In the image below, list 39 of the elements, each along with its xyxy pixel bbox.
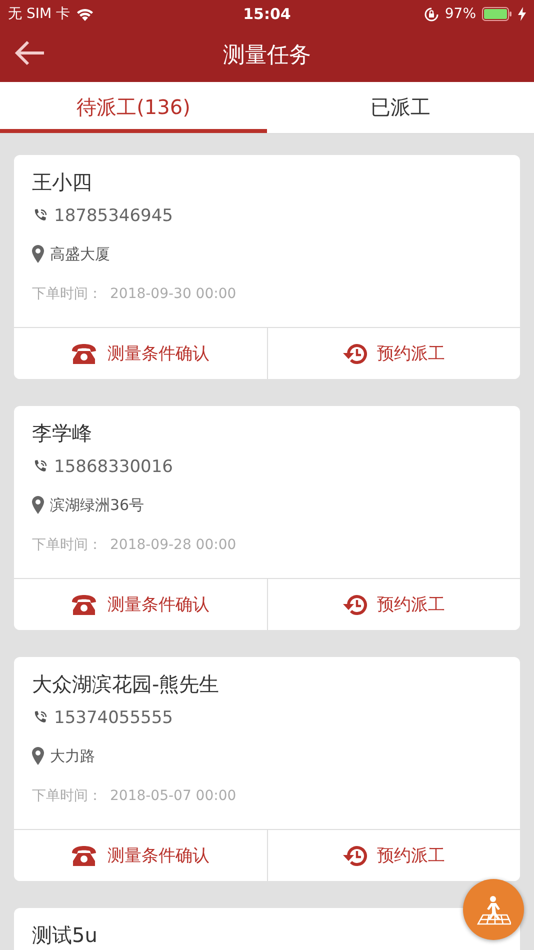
order-time-label: 下单时间： [32,536,102,554]
history-clock-icon [342,342,367,364]
phone-number: 15868330016 [54,457,173,477]
history-clock-icon [342,594,367,616]
rotation-lock-icon [424,6,439,22]
schedule-button[interactable]: 预约派工 [266,579,520,630]
address-text: 滨湖绿洲36号 [50,496,144,514]
customer-name: 大众湖滨花园-熊先生 [32,671,220,698]
location-pin-icon [32,245,44,263]
address-text: 大力路 [50,746,95,766]
phone-number: 15374055555 [54,708,173,728]
clock-text: 15:04 [243,5,291,23]
address-text: 高盛大厦 [50,244,110,264]
customer-name: 测试5u [32,922,98,949]
battery-percent-text: 97% [444,6,476,22]
order-time: 2018-09-28 00:00 [110,537,236,553]
schedule-button[interactable]: 预约派工 [266,830,520,881]
telephone-icon [71,594,98,614]
schedule-button[interactable]: 预约派工 [266,328,520,379]
order-time: 2018-09-30 00:00 [110,286,236,302]
customer-name: 王小四 [32,169,93,196]
order-time: 2018-05-07 00:00 [110,788,236,804]
dispatch-fab-button[interactable] [463,879,524,940]
telephone-icon [71,846,98,866]
order-time-label: 下单时间： [32,787,102,805]
walking-figure-icon [476,894,510,924]
phone-number: 18785346945 [54,206,173,226]
back-button[interactable] [14,40,46,66]
history-clock-icon [342,844,367,866]
order-time-label: 下单时间： [32,285,102,303]
telephone-icon [71,344,98,364]
battery-icon [482,7,512,21]
charging-bolt-icon [518,7,526,21]
page-title: 测量任务 [223,42,311,70]
location-pin-icon [32,747,44,765]
customer-name: 李学峰 [32,420,93,447]
carrier-text: 无 SIM 卡 [8,5,70,23]
location-pin-icon [32,496,44,514]
wifi-icon [76,8,94,20]
